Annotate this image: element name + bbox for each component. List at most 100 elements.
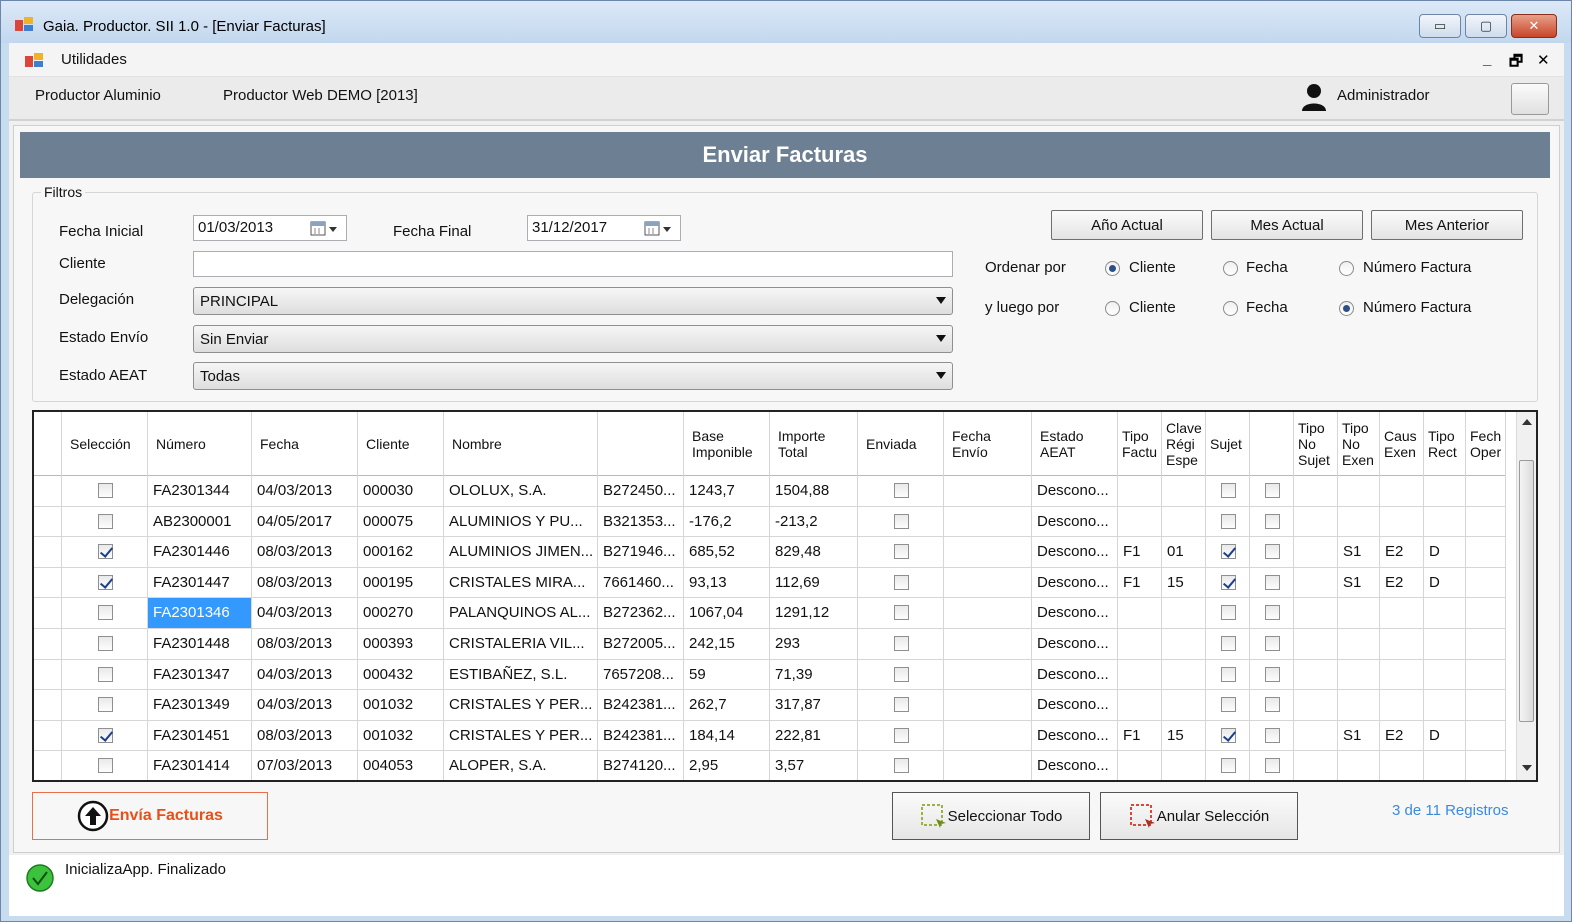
cell-nif[interactable]: B274120... [598,751,684,780]
cell-cliente[interactable]: 001032 [358,690,444,720]
cell-tipo[interactable] [1118,598,1162,628]
sujeta-checkbox[interactable] [1220,758,1236,774]
cell-cliente[interactable]: 004053 [358,751,444,780]
calendar-icon[interactable] [310,220,340,238]
cell-rect[interactable]: D [1424,567,1466,598]
cell-nombre[interactable]: CRISTALES Y PER... [444,690,598,720]
column-header[interactable]: Nombre [444,412,598,476]
cell-base[interactable]: 1067,04 [684,598,770,628]
ordenar-numero-radio[interactable] [1339,261,1354,276]
scroll-thumb[interactable] [1519,460,1534,722]
table-row[interactable]: FA2301344 04/03/2013 000030 OLOLUX, S.A. B27… [34,476,1506,507]
mdi-close-icon[interactable]: ✕ [1537,51,1550,69]
cell-cliente[interactable]: 000075 [358,506,444,537]
cell-tns[interactable] [1294,537,1338,567]
cell-clave[interactable] [1162,506,1206,537]
anio-actual-button[interactable]: Año Actual [1051,210,1203,240]
sujeta-checkbox[interactable] [1220,636,1236,651]
row-header[interactable] [34,598,62,628]
cell-tns[interactable] [1294,567,1338,598]
row-header[interactable] [34,659,62,690]
cell-base[interactable]: 1243,7 [684,476,770,506]
cell-nombre[interactable]: ALOPER, S.A. [444,751,598,780]
cell-clave[interactable]: 15 [1162,720,1206,751]
enviada-checkbox[interactable] [893,544,909,560]
cell-cliente[interactable]: 000162 [358,537,444,567]
column-header[interactable]: Fecha Envío [944,412,1032,476]
cell-estado[interactable]: Descono... [1032,720,1118,751]
cell-rect[interactable] [1424,506,1466,537]
cell-nif[interactable]: 7657208... [598,659,684,690]
cell-base[interactable]: 184,14 [684,720,770,751]
cell-tipo[interactable] [1118,506,1162,537]
cell-caus[interactable] [1380,598,1424,628]
cell-rect[interactable] [1424,629,1466,659]
cell-tne[interactable] [1338,598,1380,628]
cell-tne[interactable] [1338,476,1380,506]
cell-foper[interactable] [1466,659,1506,690]
column-header[interactable]: Clave Régi Espe [1162,412,1206,476]
cell-nif[interactable]: B272005... [598,629,684,659]
enviada-checkbox[interactable] [893,666,909,682]
cell-estado[interactable]: Descono... [1032,506,1118,537]
cell-cliente[interactable]: 000432 [358,659,444,690]
cell-fecha[interactable]: 04/05/2017 [252,506,358,537]
cell-nif[interactable]: B321353... [598,506,684,537]
cell-tns[interactable] [1294,476,1338,506]
cell-nombre[interactable]: CRISTALES Y PER... [444,720,598,751]
cell-base[interactable]: 59 [684,659,770,690]
cell-fenvio[interactable] [944,690,1032,720]
cell-base[interactable]: 262,7 [684,690,770,720]
mes-actual-button[interactable]: Mes Actual [1211,210,1363,240]
cell-estado[interactable]: Descono... [1032,690,1118,720]
fecha-inicial-input[interactable]: 01/03/2013 [193,215,347,241]
cell-nif[interactable]: B271946... [598,537,684,567]
column-header[interactable]: Base Imponible [684,412,770,476]
cell-nif[interactable]: 7661460... [598,567,684,598]
cell-caus[interactable] [1380,506,1424,537]
table-row[interactable]: AB2300001 04/05/2017 000075 ALUMINIOS Y PU.… [34,506,1506,538]
cell-estado[interactable]: Descono... [1032,567,1118,598]
cell-fenvio[interactable] [944,751,1032,780]
extra-checkbox[interactable] [1264,513,1280,529]
cell-nif[interactable]: B272450... [598,476,684,506]
cell-caus[interactable] [1380,690,1424,720]
cell-nombre[interactable]: ALUMINIOS Y PU... [444,506,598,537]
maximize-button[interactable]: ▢ [1465,14,1507,38]
cell-fenvio[interactable] [944,537,1032,567]
cell-tne[interactable] [1338,751,1380,780]
cell-estado[interactable]: Descono... [1032,598,1118,628]
cell-estado[interactable]: Descono... [1032,476,1118,506]
cell-clave[interactable] [1162,629,1206,659]
cell-total[interactable]: 222,81 [770,720,858,751]
enviada-checkbox[interactable] [893,513,909,529]
sel-checkbox[interactable] [97,666,113,682]
cell-nif[interactable]: B242381... [598,720,684,751]
cell-fecha[interactable]: 08/03/2013 [252,629,358,659]
cell-rect[interactable]: D [1424,720,1466,751]
cell-tne[interactable] [1338,659,1380,690]
cell-tipo[interactable]: F1 [1118,567,1162,598]
cell-foper[interactable] [1466,506,1506,537]
cell-tipo[interactable] [1118,629,1162,659]
cell-estado[interactable]: Descono... [1032,659,1118,690]
sel-checkbox[interactable] [97,727,113,743]
column-header[interactable]: Tipo Factu [1118,412,1162,476]
column-header[interactable]: Estado AEAT [1032,412,1118,476]
cell-base[interactable]: -176,2 [684,506,770,537]
extra-checkbox[interactable] [1264,605,1280,621]
cliente-input[interactable] [193,251,953,277]
cell-base[interactable]: 685,52 [684,537,770,567]
cell-nombre[interactable]: ALUMINIOS JIMEN... [444,537,598,567]
cell-caus[interactable] [1380,629,1424,659]
cell-nombre[interactable]: ESTIBAÑEZ, S.L. [444,659,598,690]
sujeta-checkbox[interactable] [1220,574,1236,590]
cell-tns[interactable] [1294,659,1338,690]
row-header[interactable] [34,751,62,780]
cell-total[interactable]: 293 [770,629,858,659]
column-header[interactable] [598,412,684,476]
cell-numero[interactable]: FA2301451 [148,720,252,751]
cell-nombre[interactable]: OLOLUX, S.A. [444,476,598,506]
extra-checkbox[interactable] [1264,666,1280,682]
sujeta-checkbox[interactable] [1220,727,1236,743]
